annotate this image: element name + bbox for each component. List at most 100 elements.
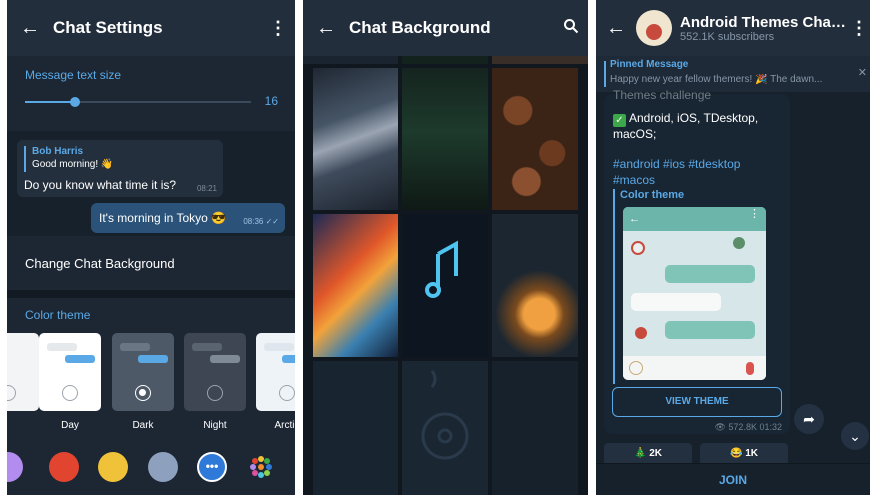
close-icon[interactable]: ✕ [858, 66, 867, 79]
theme-list: Day Dark Night Arctic [7, 333, 295, 433]
accent-custom-icon[interactable] [246, 452, 276, 482]
chat-preview: Bob Harris Good morning! 👋 Do you know w… [7, 131, 295, 236]
back-arrow-icon[interactable]: ← [303, 17, 349, 40]
outgoing-time: 08:36 ✓✓ [243, 217, 279, 226]
page-title: Chat Background [349, 18, 491, 37]
pinned-accent-bar [604, 61, 606, 87]
wallpaper-lightbulb[interactable] [492, 214, 578, 357]
preview-bubble [665, 265, 755, 283]
wallpaper-neon-note[interactable] [402, 214, 488, 357]
outgoing-time-text: 08:36 [243, 217, 264, 226]
platforms-text: Android, iOS, TDesktop, [629, 111, 759, 125]
wallpaper-dark-solid[interactable] [313, 361, 398, 495]
accent-purple[interactable] [7, 452, 23, 482]
gift-decoration [635, 327, 647, 339]
incoming-text: Do you know what time it is? [24, 178, 177, 192]
channel-post: Themes challenge ✓ Android, iOS, TDesktop… [604, 88, 790, 434]
theme-bubble [138, 355, 168, 363]
incoming-time: 08:21 [196, 184, 217, 193]
incoming-bubble: Bob Harris Good morning! 👋 Do you know w… [17, 140, 223, 197]
accent-grey[interactable] [148, 452, 178, 482]
wallpaper-coffee[interactable] [492, 68, 578, 210]
color-theme-label: Color theme [25, 308, 91, 322]
color-theme-attachment[interactable]: Color theme ← ⋮ [613, 189, 785, 384]
hashtags-line2[interactable]: #macos [613, 172, 655, 188]
reply-text: Good morning! 👋 [32, 159, 114, 170]
share-icon[interactable]: ➦ [794, 404, 824, 434]
join-button[interactable]: JOIN [596, 463, 870, 495]
section-divider [7, 290, 295, 298]
view-theme-button[interactable]: VIEW THEME [612, 387, 782, 417]
tree-decoration [733, 237, 745, 249]
theme-radio [62, 385, 78, 401]
wallpaper-grid [303, 56, 588, 495]
theme-card-night[interactable] [184, 333, 246, 411]
more-vert-icon[interactable]: ⋮ [261, 18, 295, 39]
text-size-slider[interactable] [25, 97, 251, 107]
slider-fill [25, 101, 75, 103]
microphone-icon [746, 362, 754, 375]
view-count: 572.8K [728, 422, 757, 432]
smile-icon [629, 361, 643, 375]
text-size-value: 16 [264, 94, 278, 108]
reaction-button[interactable]: 🎄 2K [604, 443, 692, 465]
channel-subscribers: 552.1K subscribers [680, 30, 775, 43]
outgoing-bubble: It's morning in Tokyo 😎 08:36 ✓✓ [91, 203, 285, 233]
wallpaper-forest[interactable] [402, 68, 488, 210]
platforms-line2: macOS; [613, 127, 657, 141]
preview-more-icon: ⋮ [749, 208, 760, 220]
channel-header[interactable]: Android Themes Chan... 552.1K subscriber… [680, 14, 848, 43]
theme-bubble [192, 343, 222, 351]
change-background-row[interactable]: Change Chat Background [7, 243, 295, 285]
reaction-button[interactable]: 😂 1K [700, 443, 788, 465]
top-bar: ← Chat Settings ⋮ [7, 0, 295, 56]
post-time: 01:32 [759, 422, 782, 432]
accent-color-list: ••• [7, 452, 295, 482]
wallpaper-tile[interactable] [492, 56, 588, 64]
theme-radio [7, 385, 16, 401]
pinned-label: Pinned Message [610, 59, 689, 70]
slider-thumb[interactable] [69, 97, 80, 107]
post-cut-text: Themes challenge [613, 88, 712, 102]
theme-card-arctic[interactable] [256, 333, 295, 411]
top-bar: ← Android Themes Chan... 552.1K subscrib… [596, 0, 870, 56]
theme-radio-selected [135, 385, 151, 401]
eye-icon: 👁 [714, 422, 726, 432]
reaction-row: 🎄 2K 😂 1K [596, 443, 870, 465]
hashtags-line1[interactable]: #android #ios #tdesktop [613, 156, 740, 172]
accent-red[interactable] [49, 452, 79, 482]
screens: ← Chat Settings ⋮ Message text size 16 B… [0, 0, 870, 495]
page-title: Chat Settings [53, 18, 163, 37]
pinned-text: Happy new year fellow themers! 🎉 The daw… [610, 74, 823, 85]
wallpaper-tile[interactable] [303, 56, 398, 64]
wallpaper-dark-pattern[interactable] [492, 361, 578, 495]
wallpaper-pattern[interactable] [402, 361, 488, 495]
double-check-icon: ✓✓ [265, 217, 279, 226]
color-theme-label: Color theme [620, 189, 685, 201]
preview-back-icon: ← [623, 207, 766, 231]
pinned-message-bar[interactable]: Pinned Message Happy new year fellow the… [596, 56, 870, 92]
accent-yellow[interactable] [98, 452, 128, 482]
preview-bubble [631, 293, 721, 311]
chat-background-screen: ← Chat Background [303, 0, 588, 495]
search-icon[interactable] [554, 18, 588, 39]
theme-card-day[interactable] [39, 333, 101, 411]
theme-bubble [282, 355, 295, 363]
theme-label-dark: Dark [132, 420, 154, 431]
wallpaper-abstract[interactable] [313, 214, 398, 357]
outgoing-text: It's morning in Tokyo 😎 [99, 211, 227, 225]
reply-quote: Bob Harris Good morning! 👋 [24, 146, 113, 172]
more-vert-icon[interactable]: ⋮ [848, 18, 870, 39]
theme-card-dark[interactable] [112, 333, 174, 411]
wallpaper-milky-way[interactable] [313, 68, 398, 210]
channel-screen: ← Android Themes Chan... 552.1K subscrib… [596, 0, 870, 495]
theme-bubble [65, 355, 95, 363]
accent-blue-selected[interactable]: ••• [197, 452, 227, 482]
preview-input-bar [623, 356, 766, 380]
theme-bubble [47, 343, 77, 351]
wallpaper-tile[interactable] [402, 56, 488, 64]
back-arrow-icon[interactable]: ← [596, 17, 636, 40]
theme-card-previous[interactable] [7, 333, 39, 411]
back-arrow-icon[interactable]: ← [7, 17, 53, 40]
channel-avatar[interactable] [636, 10, 672, 46]
